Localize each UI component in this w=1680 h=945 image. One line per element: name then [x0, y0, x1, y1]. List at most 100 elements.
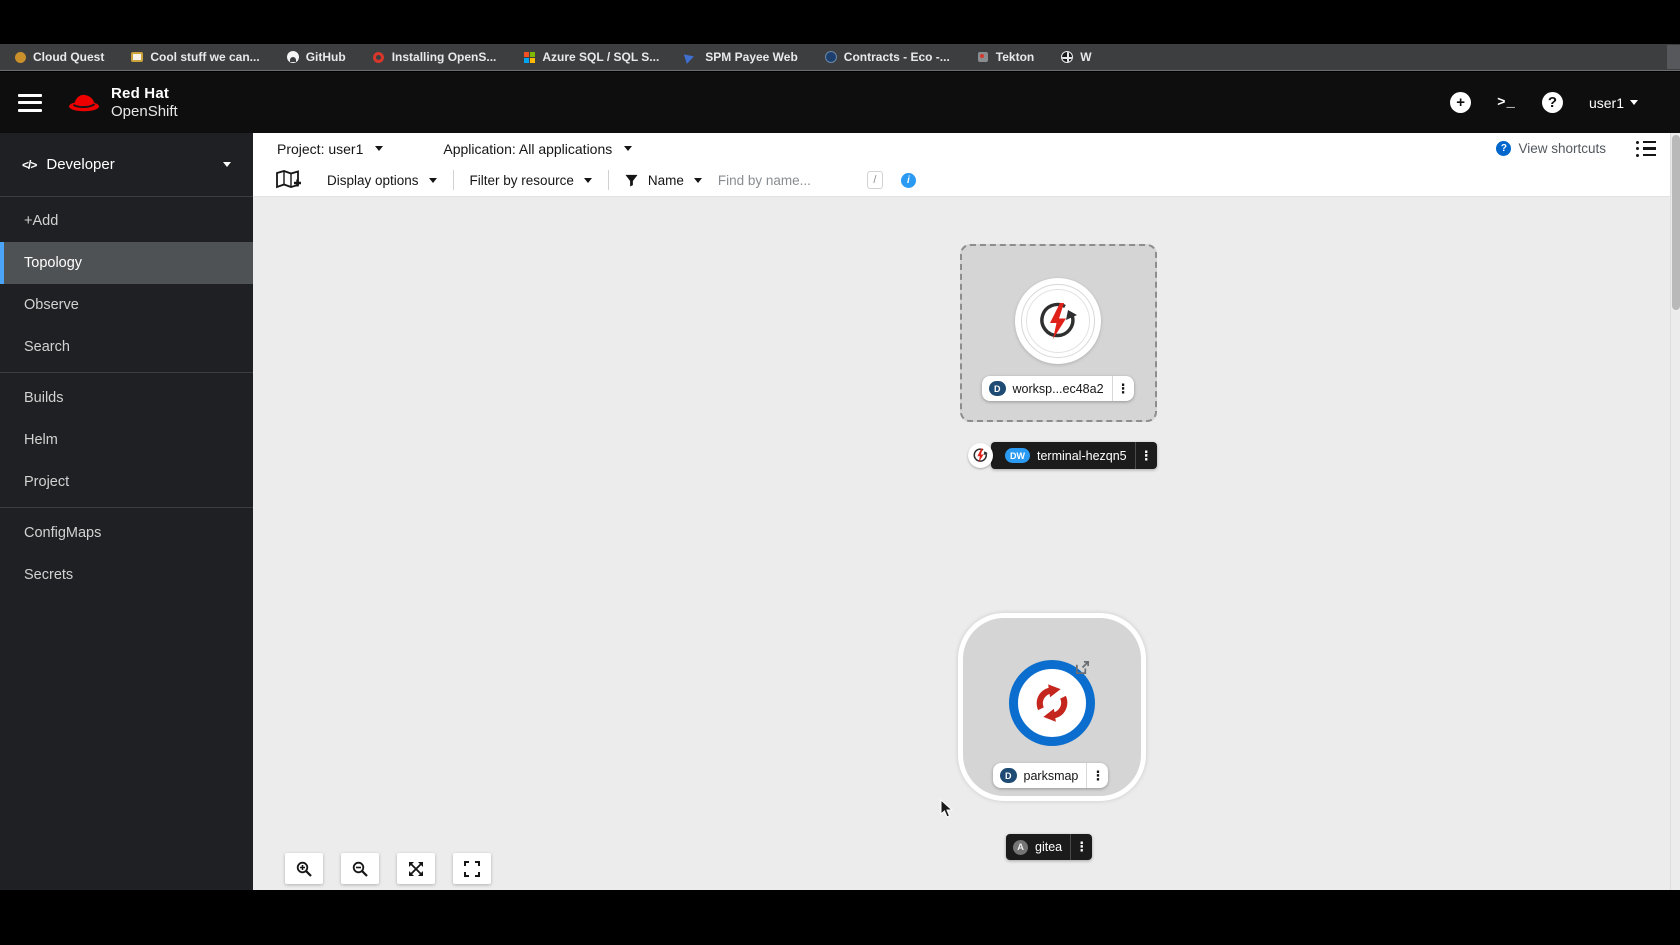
- developer-code-icon: </>: [22, 157, 37, 172]
- sidebar-item-topology[interactable]: Topology: [0, 242, 253, 284]
- orange-circle-icon: [14, 51, 26, 63]
- redhat-fedora-icon: [69, 94, 99, 111]
- user-menu[interactable]: user1: [1589, 95, 1638, 111]
- filter-by-resource-dropdown[interactable]: Filter by resource: [454, 164, 608, 196]
- filter-by-resource-label: Filter by resource: [469, 172, 574, 188]
- chevron-down-icon: [428, 177, 437, 183]
- bookmark-installing-openshift[interactable]: Installing OpenS...: [373, 50, 497, 64]
- nav-divider: [0, 507, 253, 508]
- microsoft-grid-icon: [523, 51, 535, 63]
- web-terminal-icon[interactable]: >_: [1497, 95, 1516, 111]
- fullscreen-icon: [464, 860, 480, 877]
- kebab-menu-icon[interactable]: ⋮: [1070, 834, 1092, 860]
- fit-to-screen-button[interactable]: [397, 853, 435, 884]
- bookmark-label: Cloud Quest: [33, 50, 105, 64]
- bookmark-contracts[interactable]: Contracts - Eco -...: [824, 50, 950, 64]
- bookmark-github[interactable]: GitHub: [286, 50, 346, 64]
- username: user1: [1588, 94, 1624, 111]
- bookmarks-bar-scroll-notch: [1667, 45, 1680, 69]
- nav-list: +Add Topology Observe Search Builds Helm…: [0, 197, 253, 596]
- brand-line1: Red Hat: [111, 85, 170, 103]
- brand-line2: OpenShift: [111, 102, 178, 120]
- screen: Cloud Quest Cool stuff we can... GitHub …: [0, 0, 1680, 945]
- bookmark-label: Installing OpenS...: [391, 50, 497, 64]
- view-shortcuts-label: View shortcuts: [1518, 141, 1606, 156]
- scrollbar-thumb[interactable]: [1672, 135, 1680, 310]
- bookmark-label: Azure SQL / SQL S...: [542, 50, 660, 64]
- external-link-icon[interactable]: [1075, 660, 1090, 680]
- scrollbar[interactable]: [1670, 133, 1680, 890]
- quick-create-icon[interactable]: +: [1450, 92, 1472, 113]
- name-filter-label: Name: [647, 172, 684, 188]
- display-options-dropdown[interactable]: Display options: [311, 164, 453, 196]
- github-icon: [286, 51, 299, 63]
- help-icon[interactable]: ?: [1541, 92, 1563, 113]
- kebab-menu-icon[interactable]: ⋮: [1111, 376, 1134, 401]
- chevron-down-icon: [1630, 100, 1638, 105]
- sidebar-item-project[interactable]: Project: [0, 461, 253, 503]
- hamburger-menu-icon[interactable]: [18, 93, 42, 112]
- bookmark-cool-stuff[interactable]: Cool stuff we can...: [131, 50, 260, 64]
- help-question-icon: ?: [1496, 141, 1512, 156]
- sidebar-item-builds[interactable]: Builds: [0, 377, 253, 419]
- zoom-out-button[interactable]: [341, 853, 379, 884]
- view-shortcuts-link[interactable]: ? View shortcuts: [1496, 141, 1606, 156]
- gitea-node-label[interactable]: A gitea ⋮: [1006, 834, 1093, 860]
- sidebar-item-helm[interactable]: Helm: [0, 419, 253, 461]
- terminal-node-label[interactable]: DW terminal-hezqn5 ⋮: [991, 442, 1157, 469]
- workspace-node-label[interactable]: D worksp...ec48a2 ⋮: [982, 376, 1134, 401]
- perspective-label: Developer: [46, 156, 115, 173]
- devworkspace-badge: DW: [1005, 448, 1030, 463]
- context-bar: Project: user1 Application: All applicat…: [253, 133, 1680, 164]
- name-filter-dropdown[interactable]: Name: [609, 164, 718, 196]
- bookmark-label: SPM Payee Web: [705, 50, 798, 64]
- parksmap-node-label[interactable]: D parksmap ⋮: [993, 763, 1109, 788]
- bookmark-spm-payee[interactable]: SPM Payee Web: [684, 50, 798, 64]
- canvas-controls: [285, 853, 491, 884]
- slash-shortcut-hint: /: [866, 171, 883, 189]
- chevron-down-icon: [624, 146, 633, 151]
- project-selector[interactable]: Project: user1: [277, 141, 384, 157]
- perspective-switcher[interactable]: </> Developer: [0, 133, 253, 197]
- parksmap-node-name: parksmap: [1023, 768, 1079, 783]
- window-icon: [131, 51, 144, 63]
- bookmark-azure-sql[interactable]: Azure SQL / SQL S...: [523, 50, 659, 64]
- application-selector[interactable]: Application: All applications: [443, 140, 633, 157]
- deployment-badge: D: [989, 381, 1006, 396]
- application-selector-label: Application: All applications: [443, 140, 613, 157]
- bookmark-label: GitHub: [305, 50, 346, 64]
- sidebar-item-configmaps[interactable]: ConfigMaps: [0, 512, 253, 554]
- workspace-node[interactable]: [1015, 278, 1101, 364]
- terminal-node-icon[interactable]: [968, 443, 993, 468]
- export-application-icon[interactable]: [265, 164, 311, 196]
- map-plus-icon: [276, 170, 301, 189]
- sidebar-item-observe[interactable]: Observe: [0, 284, 253, 326]
- nav-divider: [0, 372, 253, 373]
- side-nav: </> Developer +Add Topology Observe Sear…: [0, 133, 253, 890]
- sidebar-item-search[interactable]: Search: [0, 326, 253, 368]
- zoom-out-icon: [352, 861, 368, 877]
- topology-canvas[interactable]: D worksp...ec48a2 ⋮ DW terminal-hezqn5 ⋮: [253, 197, 1680, 890]
- bookmark-cloud-quest[interactable]: Cloud Quest: [14, 50, 104, 64]
- list-view-toggle-icon[interactable]: [1636, 140, 1656, 157]
- find-by-name-input[interactable]: [717, 172, 843, 188]
- kebab-menu-icon[interactable]: ⋮: [1086, 763, 1108, 788]
- sidebar-item-secrets[interactable]: Secrets: [0, 554, 253, 596]
- info-icon[interactable]: i: [900, 172, 916, 188]
- zoom-in-button[interactable]: [285, 853, 323, 884]
- globe-icon: [1061, 51, 1074, 63]
- bookmark-tekton[interactable]: Tekton: [977, 50, 1034, 64]
- bookmark-w[interactable]: W: [1061, 50, 1092, 64]
- chevron-down-icon: [693, 177, 702, 183]
- kebab-menu-icon[interactable]: ⋮: [1134, 442, 1157, 469]
- filter-funnel-icon: [625, 174, 638, 187]
- display-options-label: Display options: [327, 172, 419, 188]
- fit-to-screen-icon: [409, 861, 423, 876]
- red-ring-icon: [373, 51, 385, 63]
- deployment-badge: D: [1000, 768, 1017, 783]
- blue-mark-icon: [684, 50, 701, 64]
- sidebar-item-add[interactable]: +Add: [0, 200, 253, 242]
- brand-logo[interactable]: Red Hat OpenShift: [66, 85, 178, 120]
- bookmark-label: W: [1080, 50, 1092, 64]
- fullscreen-button[interactable]: [453, 853, 491, 884]
